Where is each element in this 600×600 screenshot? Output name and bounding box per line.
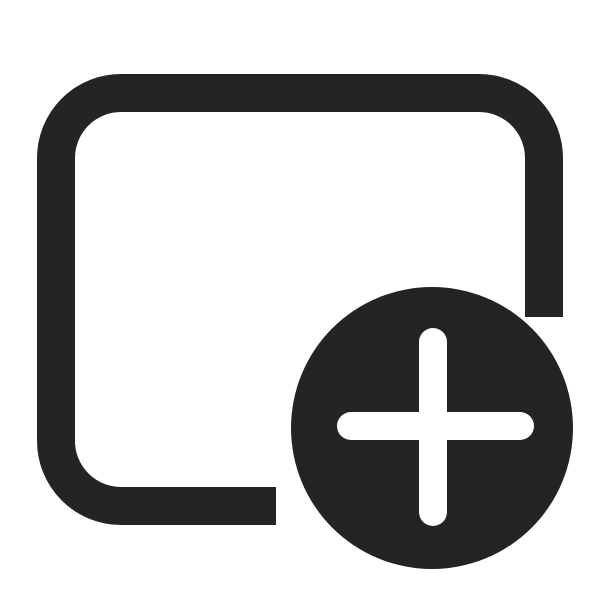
rectangle-add-icon	[37, 74, 573, 569]
icon-canvas	[0, 0, 600, 600]
